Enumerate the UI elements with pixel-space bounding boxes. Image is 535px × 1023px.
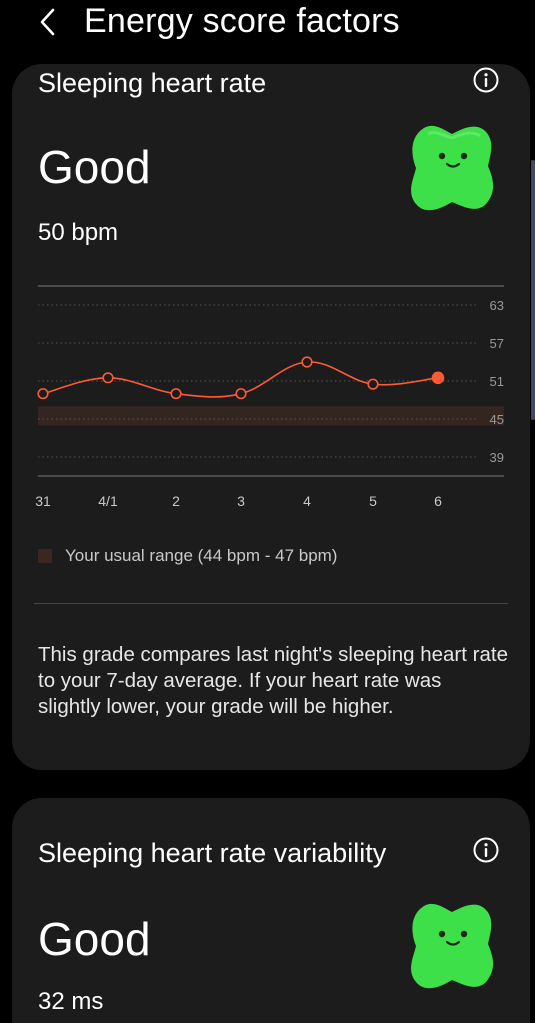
y-tick-label: 63 <box>490 298 504 313</box>
chart-legend: Your usual range (44 bpm - 47 bpm) <box>38 546 337 566</box>
sleeping-hrv-card: Sleeping heart rate variability Good 32 … <box>12 798 530 1023</box>
info-button[interactable] <box>472 836 500 864</box>
card-title: Sleeping heart rate variability <box>38 838 387 868</box>
sleeping-heart-rate-card: Sleeping heart rate Good 50 bpm 63 57 51 45… <box>12 64 530 770</box>
data-point <box>301 356 313 368</box>
y-tick-label: 57 <box>490 336 504 351</box>
y-tick-label: 51 <box>490 374 504 389</box>
chevron-left-icon <box>40 8 55 36</box>
metric-value: 32 ms <box>38 988 104 1015</box>
x-tick-label: 2 <box>172 493 180 509</box>
data-point <box>102 372 114 384</box>
y-tick-label: 39 <box>490 450 504 465</box>
data-point <box>367 378 379 390</box>
grade-label: Good <box>38 913 151 965</box>
usual-range-band <box>38 406 504 426</box>
page-title: Energy score factors <box>84 2 400 40</box>
y-tick-label: 45 <box>490 412 504 427</box>
usual-range-swatch <box>38 549 52 563</box>
heart-rate-chart: 635751453931 4/1 2 3 4 5 6 <box>35 285 504 509</box>
data-point <box>431 371 445 385</box>
data-point <box>170 388 182 400</box>
grade-description: This grade compares last night's sleepin… <box>38 643 508 718</box>
x-tick-label: 6 <box>434 493 442 509</box>
data-point <box>235 388 247 400</box>
divider <box>34 603 508 604</box>
back-button[interactable] <box>30 4 66 40</box>
x-tick-label: 4 <box>303 493 311 509</box>
mascot-image <box>411 903 494 989</box>
data-point <box>37 388 49 400</box>
x-tick-label: 5 <box>369 493 377 509</box>
top-bar: Energy score factors <box>0 0 535 48</box>
x-tick-label: 3 <box>237 493 245 509</box>
info-icon <box>473 837 499 863</box>
x-tick-label: 31 <box>35 493 51 509</box>
x-tick-label: 4/1 <box>98 493 118 509</box>
legend-label: Your usual range (44 bpm - 47 bpm) <box>65 546 338 565</box>
scrollbar[interactable] <box>531 160 535 420</box>
